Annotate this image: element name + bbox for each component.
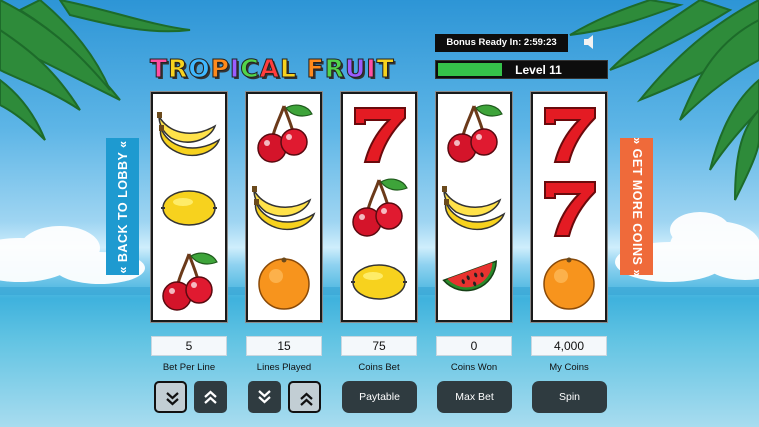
bet-per-line-value: 5 <box>151 336 227 356</box>
orange-symbol <box>533 246 605 318</box>
lines-increase-button[interactable] <box>288 381 321 413</box>
max-bet-button[interactable]: Max Bet <box>437 381 512 413</box>
paytable-button[interactable]: Paytable <box>342 381 417 413</box>
double-chevron-down-icon <box>258 390 271 404</box>
cherry-symbol <box>438 98 510 170</box>
reel-3 <box>340 91 418 323</box>
lines-decrease-button[interactable] <box>248 381 281 413</box>
lemon-symbol <box>153 172 225 244</box>
chevron-up-icon: « <box>115 139 130 148</box>
chevron-down-icon: » <box>629 136 644 145</box>
get-more-coins-label: » GET MORE COINS » <box>629 136 644 277</box>
back-to-lobby-button[interactable]: « BACK TO LOBBY « <box>106 138 139 275</box>
coins-bet-value: 75 <box>341 336 417 356</box>
chevron-up-icon: « <box>115 265 130 274</box>
seven-symbol <box>533 98 605 170</box>
watermelon-symbol <box>438 246 510 318</box>
reel-1 <box>150 91 228 323</box>
game-title: TROPICAL FRUIT <box>149 54 395 84</box>
my-coins-value: 4,000 <box>531 336 607 356</box>
banana-symbol <box>153 98 225 170</box>
back-to-lobby-label: « BACK TO LOBBY « <box>115 139 130 274</box>
chevron-down-icon: » <box>629 268 644 277</box>
reel-2 <box>245 91 323 323</box>
banana-symbol <box>248 172 320 244</box>
bet-increase-button[interactable] <box>194 381 227 413</box>
seven-symbol <box>343 98 415 170</box>
level-progress-bar: Level 11 <box>435 60 608 79</box>
get-more-coins-button[interactable]: » GET MORE COINS » <box>620 136 653 277</box>
double-chevron-down-icon <box>166 392 179 406</box>
lemon-symbol <box>343 246 415 318</box>
lines-played-value: 15 <box>246 336 322 356</box>
level-label: Level 11 <box>515 63 562 77</box>
seven-symbol <box>533 172 605 244</box>
coins-won-value: 0 <box>436 336 512 356</box>
bonus-timer: Bonus Ready In: 2:59:23 <box>435 34 568 52</box>
spin-button[interactable]: Spin <box>532 381 607 413</box>
reel-5 <box>530 91 608 323</box>
game-screen: TROPICAL FRUIT Bonus Ready In: 2:59:23 L… <box>0 0 759 427</box>
my-coins-label: My Coins <box>549 362 589 373</box>
banana-symbol <box>438 172 510 244</box>
orange-symbol <box>248 246 320 318</box>
coins-won-label: Coins Won <box>450 362 498 373</box>
speaker-icon[interactable] <box>582 33 600 51</box>
cherry-symbol <box>248 98 320 170</box>
lines-played-label: Lines Played <box>256 362 312 373</box>
coins-bet-label: Coins Bet <box>358 362 400 373</box>
double-chevron-up-icon <box>300 392 313 406</box>
reel-4 <box>435 91 513 323</box>
cherry-symbol <box>153 246 225 318</box>
double-chevron-up-icon <box>204 390 217 404</box>
bet-per-line-label: Bet Per Line <box>162 362 216 373</box>
cherry-symbol <box>343 172 415 244</box>
bet-decrease-button[interactable] <box>154 381 187 413</box>
